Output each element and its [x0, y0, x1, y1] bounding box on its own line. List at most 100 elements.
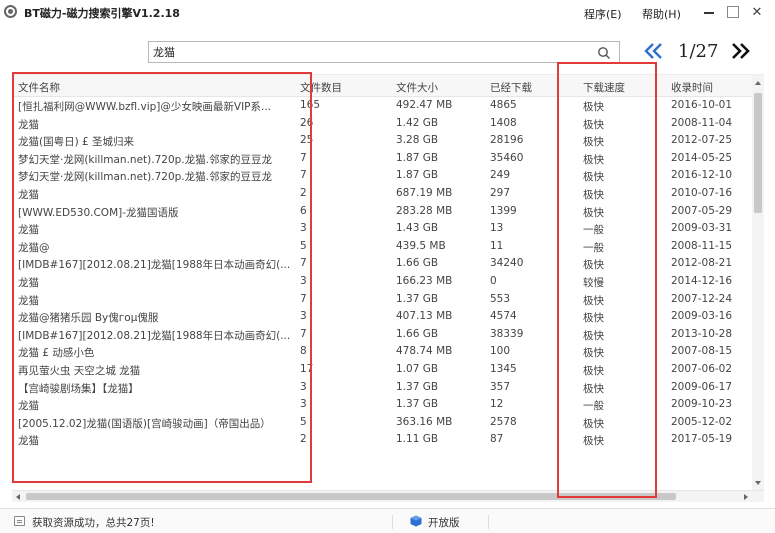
table-row[interactable]: [WWW.ED530.COM]-龙猫国语版 6 283.28 MB 1399 极快 200…	[12, 203, 752, 221]
minimize-button[interactable]	[700, 3, 718, 21]
horizontal-scrollbar[interactable]	[12, 490, 764, 502]
row-file-count: 165	[300, 99, 321, 111]
column-header-date[interactable]: 收录时间	[671, 80, 751, 95]
row-downloaded: 87	[490, 433, 504, 446]
row-filename: 龙猫	[18, 188, 39, 201]
row-filename: 龙猫@猪猪乐园 By傀гоμ傀服	[18, 312, 159, 325]
open-edition-link[interactable]: 开放版	[428, 515, 460, 530]
row-file-count: 7	[300, 292, 307, 305]
row-file-size: 492.47 MB	[396, 99, 453, 111]
row-downloaded: 1399	[490, 204, 517, 217]
row-file-size: 1.87 GB	[396, 151, 439, 164]
row-file-count: 6	[300, 204, 307, 217]
menu-help[interactable]: 帮助(H)	[642, 6, 681, 22]
row-speed: 极快	[583, 312, 604, 325]
row-downloaded: 553	[490, 292, 511, 305]
menu-program[interactable]: 程序(E)	[584, 6, 622, 22]
row-date: 2014-05-25	[671, 151, 733, 164]
column-header-speed[interactable]: 下载速度	[583, 80, 653, 95]
row-date: 2012-08-21	[671, 257, 733, 270]
row-file-count: 7	[300, 327, 307, 340]
row-file-count: 7	[300, 169, 307, 182]
table-row[interactable]: 龙猫 26 1.42 GB 1408 极快 2008-11-04	[12, 115, 752, 133]
row-date: 2005-12-02	[671, 415, 733, 428]
search-box[interactable]	[148, 41, 620, 63]
row-speed: 极快	[583, 435, 604, 448]
row-date: 2007-12-24	[671, 292, 733, 305]
row-speed: 极快	[583, 294, 604, 307]
row-filename: 龙猫	[18, 400, 39, 413]
scroll-down-icon[interactable]	[755, 481, 761, 485]
table-row[interactable]: [恒扎福利网@WWW.bzfl.vip]@少女映画最新VIP系... 165 492…	[12, 97, 752, 115]
scroll-up-icon[interactable]	[755, 81, 761, 85]
row-file-count: 7	[300, 257, 307, 270]
row-filename: 龙猫	[18, 435, 39, 448]
row-date: 2007-06-02	[671, 362, 733, 375]
table-row[interactable]: 【宫崎骏剧场集】【龙猫】 3 1.37 GB 357 极快 2009-06-17	[12, 379, 752, 397]
row-speed: 极快	[583, 347, 604, 360]
row-file-count: 26	[300, 116, 314, 129]
column-header-file-size[interactable]: 文件大小	[396, 80, 486, 95]
table-row[interactable]: 梦幻天堂·龙网(killman.net).720p.龙猫.邻家的豆豆龙 7 1.87…	[12, 150, 752, 168]
table-row[interactable]: 龙猫 3 166.23 MB 0 较慢 2014-12-16	[12, 273, 752, 291]
row-file-size: 439.5 MB	[396, 239, 446, 252]
search-input[interactable]	[153, 44, 583, 60]
row-downloaded: 13	[490, 222, 504, 235]
row-filename: [IMDB#167][2012.08.21]龙猫[1988年日本动画奇幻(...	[18, 259, 291, 272]
row-file-count: 3	[300, 310, 307, 323]
table-row[interactable]: [2005.12.02]龙猫(国语版)[宫崎骏动画]（帝国出品） 5 363.16 …	[12, 414, 752, 432]
table-row[interactable]: 龙猫@ 5 439.5 MB 11 一般 2008-11-15	[12, 238, 752, 256]
row-date: 2007-05-29	[671, 204, 733, 217]
row-date: 2016-10-01	[671, 99, 733, 111]
next-page-icon[interactable]	[730, 38, 752, 64]
open-edition-icon[interactable]	[410, 515, 422, 527]
column-header-file-count[interactable]: 文件数目	[300, 80, 360, 95]
table-row[interactable]: 龙猫 7 1.37 GB 553 极快 2007-12-24	[12, 291, 752, 309]
row-speed: 极快	[583, 136, 604, 149]
row-downloaded: 11	[490, 239, 504, 252]
row-file-count: 2	[300, 433, 307, 446]
row-file-size: 363.16 MB	[396, 415, 453, 428]
table-row[interactable]: [IMDB#167][2012.08.21]龙猫[1988年日本动画奇幻(...…	[12, 255, 752, 273]
table-row[interactable]: 龙猫 2 687.19 MB 297 极快 2010-07-16	[12, 185, 752, 203]
column-header-filename[interactable]: 文件名称	[18, 80, 294, 95]
table-body: [恒扎福利网@WWW.bzfl.vip]@少女映画最新VIP系... 165 492…	[12, 97, 752, 449]
row-speed: 极快	[583, 417, 604, 430]
table-row[interactable]: 再见萤火虫 天空之城 龙猫 17 1.07 GB 1345 极快 2007-06-02	[12, 361, 752, 379]
row-date: 2008-11-04	[671, 116, 733, 129]
row-file-count: 3	[300, 222, 307, 235]
horizontal-scroll-thumb[interactable]	[26, 493, 676, 500]
table-row[interactable]: 龙猫 3 1.37 GB 12 一般 2009-10-23	[12, 396, 752, 414]
row-date: 2009-03-16	[671, 310, 733, 323]
table-row[interactable]: 龙猫@猪猪乐园 By傀гоμ傀服 3 407.13 MB 4574 极快 2009-03-…	[12, 308, 752, 326]
vertical-scrollbar[interactable]	[752, 75, 764, 491]
row-file-count: 25	[300, 134, 314, 147]
app-title: BT磁力-磁力搜索引擎V1.2.18	[24, 7, 180, 20]
scroll-right-icon[interactable]	[744, 494, 748, 500]
row-date: 2014-12-16	[671, 274, 733, 287]
row-speed: 一般	[583, 241, 604, 254]
row-date: 2007-08-15	[671, 345, 733, 358]
row-downloaded: 4865	[490, 99, 517, 111]
table-row[interactable]: 龙猫 £ 动感小色 8 478.74 MB 100 极快 2007-08-15	[12, 343, 752, 361]
row-filename: 龙猫	[18, 276, 39, 289]
row-filename: [2005.12.02]龙猫(国语版)[宫崎骏动画]（帝国出品）	[18, 417, 271, 430]
row-downloaded: 35460	[490, 151, 524, 164]
table-row[interactable]: 龙猫(国粤日) £ 圣城归来 25 3.28 GB 28196 极快 2012-07-25	[12, 132, 752, 150]
close-button[interactable]: ✕	[748, 3, 766, 21]
column-header-downloaded[interactable]: 已经下载	[490, 80, 570, 95]
row-downloaded: 2578	[490, 415, 517, 428]
status-divider	[488, 515, 489, 529]
vertical-scroll-thumb[interactable]	[754, 93, 762, 213]
table-row[interactable]: 龙猫 3 1.43 GB 13 一般 2009-03-31	[12, 220, 752, 238]
table-row[interactable]: 梦幻天堂·龙网(killman.net).720p.龙猫.邻家的豆豆龙 7 1.87…	[12, 167, 752, 185]
search-icon[interactable]	[597, 46, 611, 60]
scroll-left-icon[interactable]	[16, 494, 20, 500]
table-row[interactable]: 龙猫 2 1.11 GB 87 极快 2017-05-19	[12, 431, 752, 449]
table-row[interactable]: [IMDB#167][2012.08.21]龙猫[1988年日本动画奇幻(...…	[12, 326, 752, 344]
row-file-size: 3.28 GB	[396, 134, 439, 147]
row-file-size: 1.66 GB	[396, 327, 439, 340]
row-speed: 一般	[583, 224, 604, 237]
maximize-button[interactable]	[724, 3, 742, 21]
previous-page-icon[interactable]	[642, 38, 664, 64]
